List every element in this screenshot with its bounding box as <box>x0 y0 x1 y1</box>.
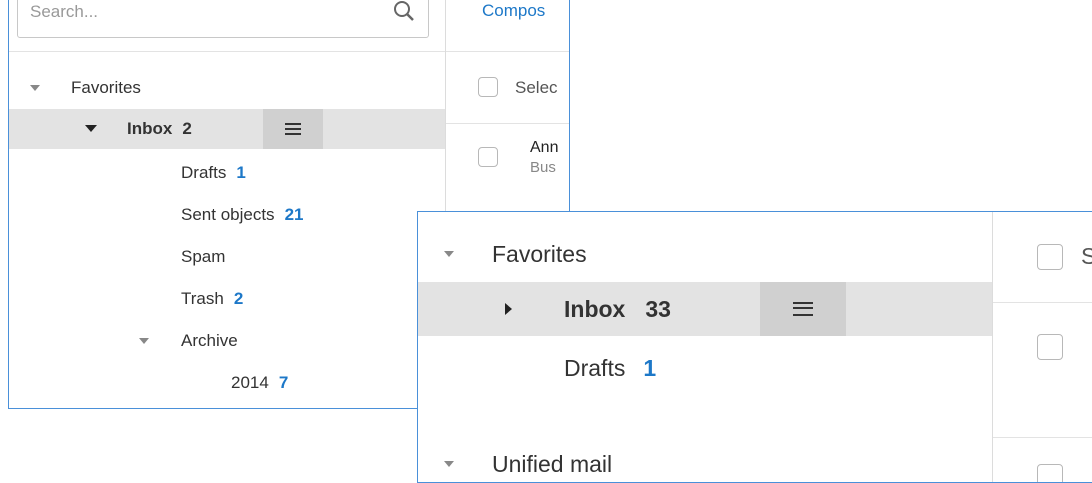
divider <box>993 302 1092 303</box>
divider <box>446 123 569 124</box>
select-all-checkbox[interactable] <box>1037 244 1063 270</box>
folder-menu-button[interactable] <box>760 282 846 336</box>
folder-label: Drafts <box>181 163 227 182</box>
select-all-label: S <box>1081 240 1092 272</box>
divider <box>993 437 1092 438</box>
menu-icon <box>793 302 813 316</box>
folder-label: Favorites <box>71 78 141 97</box>
folder-label: Inbox <box>127 119 173 138</box>
folder-favorites[interactable]: Favorites <box>418 238 992 270</box>
search-field[interactable]: Search... <box>17 0 429 38</box>
message-checkbox[interactable] <box>1037 464 1063 482</box>
message-subject[interactable]: Bus <box>530 158 556 178</box>
folder-label: Sent objects <box>181 205 275 224</box>
search-input[interactable]: Search... <box>30 0 98 27</box>
divider <box>9 51 445 52</box>
folder-label: Inbox <box>564 296 626 322</box>
unread-count: 33 <box>645 296 671 322</box>
chevron-down-icon[interactable] <box>30 85 40 91</box>
message-list: S <box>993 212 1092 482</box>
compose-button[interactable]: Compos <box>482 1 545 21</box>
unread-count: 2 <box>182 119 192 138</box>
folder-label: Trash <box>181 289 224 308</box>
folder-unified-mail[interactable]: Unified mail <box>418 448 992 480</box>
folder-label: Archive <box>181 331 238 350</box>
folder-label: 2014 <box>231 373 269 392</box>
select-all-checkbox[interactable] <box>478 77 498 97</box>
unread-count: 1 <box>643 355 657 381</box>
divider <box>446 51 569 52</box>
folder-label: Spam <box>181 247 226 266</box>
folder-label: Favorites <box>492 241 587 267</box>
folder-inbox[interactable]: Inbox 33 <box>418 282 992 336</box>
menu-icon <box>285 123 301 135</box>
chevron-down-icon[interactable] <box>444 251 454 257</box>
folder-inbox[interactable]: Inbox 2 <box>9 109 445 149</box>
mail-panel-large: Favorites Inbox 33 Drafts 1 Unified mail S <box>417 211 1092 483</box>
folder-sidebar: Search... Favorites Inbox 2 Drafts 1 Sent … <box>9 0 446 408</box>
unread-count: 2 <box>233 289 244 308</box>
unread-count: 21 <box>284 205 304 224</box>
folder-sidebar: Favorites Inbox 33 Drafts 1 Unified mail <box>418 212 993 482</box>
folder-label: Unified mail <box>492 451 613 477</box>
chevron-down-icon[interactable] <box>444 461 454 467</box>
message-sender[interactable]: Ann <box>530 138 558 158</box>
chevron-down-icon[interactable] <box>139 338 149 344</box>
message-checkbox[interactable] <box>478 147 498 167</box>
select-all-label: Selec <box>515 78 558 97</box>
folder-menu-button[interactable] <box>263 109 323 149</box>
folder-favorites[interactable]: Favorites <box>9 76 445 100</box>
chevron-down-icon[interactable] <box>85 125 97 132</box>
folder-label: Drafts <box>564 355 626 381</box>
message-checkbox[interactable] <box>1037 334 1063 360</box>
unread-count: 1 <box>236 163 246 182</box>
unread-count: 7 <box>278 373 289 392</box>
chevron-right-icon[interactable] <box>505 303 512 315</box>
search-icon[interactable] <box>392 0 416 23</box>
